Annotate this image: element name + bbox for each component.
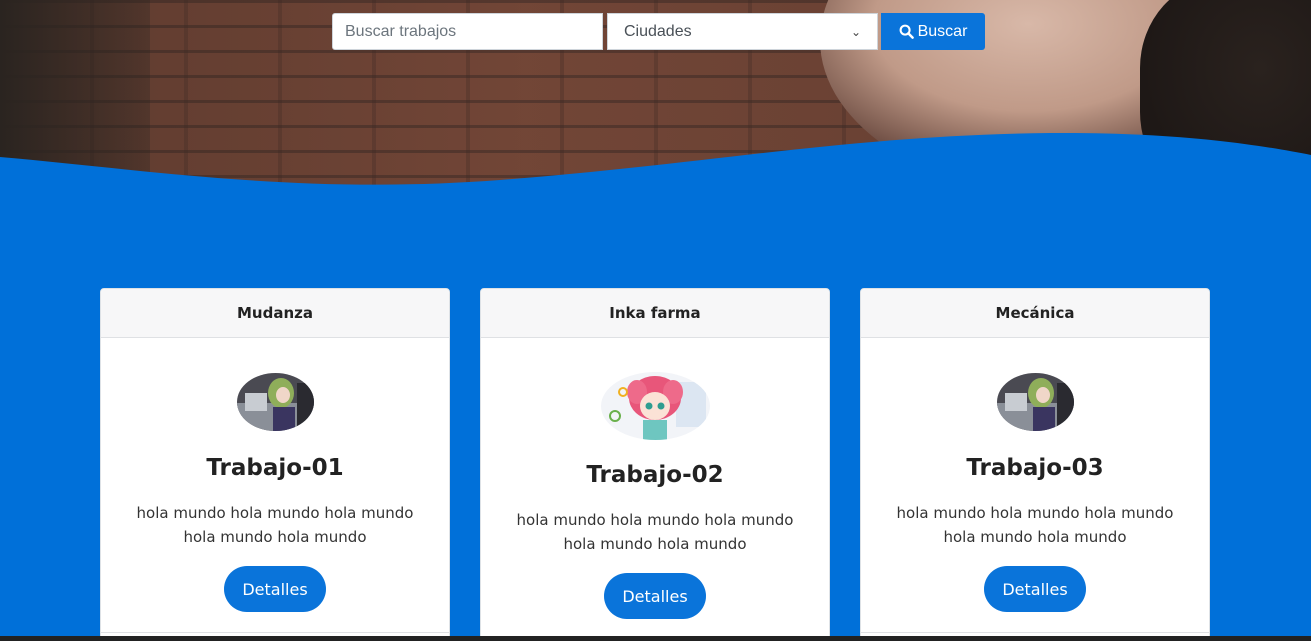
job-description: hola mundo hola mundo hola mundo hola mu…	[516, 511, 794, 553]
search-input[interactable]	[332, 13, 603, 50]
job-card-3: Mecánica Trabajo-03 hola mundo hola mund…	[860, 288, 1210, 641]
card-body: Trabajo-02 hola mundo hola mundo hola mu…	[481, 338, 829, 619]
job-description: hola mundo hola mundo hola mundo hola mu…	[136, 504, 414, 546]
details-button[interactable]: Detalles	[604, 573, 706, 619]
job-title: Trabajo-01	[206, 455, 344, 481]
card-footer-divider	[101, 632, 449, 633]
city-select-value: Ciudades	[624, 22, 692, 40]
details-button[interactable]: Detalles	[984, 566, 1086, 612]
card-header: Inka farma	[481, 289, 829, 338]
job-description: hola mundo hola mundo hola mundo hola mu…	[896, 504, 1174, 546]
job-title: Trabajo-02	[586, 462, 724, 488]
details-button[interactable]: Detalles	[224, 566, 326, 612]
search-icon	[899, 24, 914, 39]
job-avatar-image	[996, 373, 1074, 431]
card-header: Mudanza	[101, 289, 449, 338]
job-title: Trabajo-03	[966, 455, 1104, 481]
search-bar: Ciudades ⌄ Buscar	[332, 13, 985, 50]
card-body: Trabajo-01 hola mundo hola mundo hola mu…	[101, 338, 449, 612]
job-card-2: Inka farma Trabajo-02 hola mundo hola mu…	[480, 288, 830, 641]
job-card-1: Mudanza Trabajo-01 hola mundo hola mundo…	[100, 288, 450, 641]
card-footer-divider	[861, 632, 1209, 633]
job-avatar-image	[236, 373, 314, 431]
city-select[interactable]: Ciudades ⌄	[607, 13, 878, 50]
job-avatar-image	[600, 372, 710, 440]
card-body: Trabajo-03 hola mundo hola mundo hola mu…	[861, 338, 1209, 612]
chevron-down-icon: ⌄	[850, 24, 861, 39]
search-button-label: Buscar	[917, 22, 968, 40]
taskbar-edge	[0, 636, 1311, 641]
card-header: Mecánica	[861, 289, 1209, 338]
search-button[interactable]: Buscar	[881, 13, 985, 50]
hero-wave	[0, 132, 1311, 220]
